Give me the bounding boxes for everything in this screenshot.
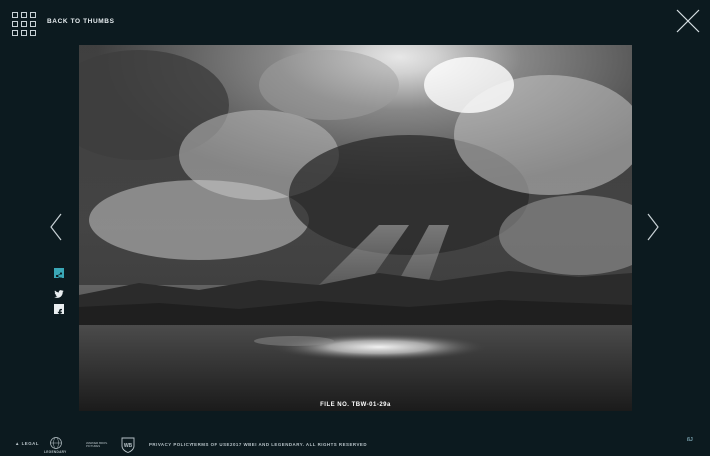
privacy-policy-link[interactable]: PRIVACY POLICY — [149, 442, 193, 447]
legendary-logo-text: LEGENDARY — [44, 450, 67, 454]
cloudy-sea-image — [79, 45, 632, 411]
terms-of-use-link[interactable]: TERMS OF USE — [191, 442, 230, 447]
close-icon[interactable] — [676, 9, 700, 33]
svg-text:WB: WB — [124, 443, 133, 449]
photo-caption: FILE NO. TBW-01-29a — [320, 402, 391, 408]
facebook-icon[interactable] — [54, 304, 64, 317]
legal-link[interactable]: ▲ LEGAL — [15, 441, 39, 446]
gallery-photo: FILE NO. TBW-01-29a — [79, 45, 632, 411]
copyright-text: 2017 WBEI AND LEGENDARY. ALL RIGHTS RESE… — [230, 442, 367, 447]
share-toolbar — [54, 268, 64, 322]
grid-icon[interactable] — [12, 12, 36, 36]
share-icon[interactable] — [54, 268, 64, 280]
wb-shield-logo: WB — [121, 437, 135, 453]
corner-brand-mark: ßJ — [687, 437, 693, 443]
previous-arrow-icon[interactable] — [49, 213, 63, 241]
twitter-icon[interactable] — [54, 286, 64, 298]
back-to-thumbs-link[interactable]: BACK TO THUMBS — [47, 18, 115, 25]
next-arrow-icon[interactable] — [646, 213, 660, 241]
caret-up-icon: ▲ — [15, 441, 20, 446]
wb-logo-text: WARNER BROS. PICTURES — [86, 441, 108, 448]
